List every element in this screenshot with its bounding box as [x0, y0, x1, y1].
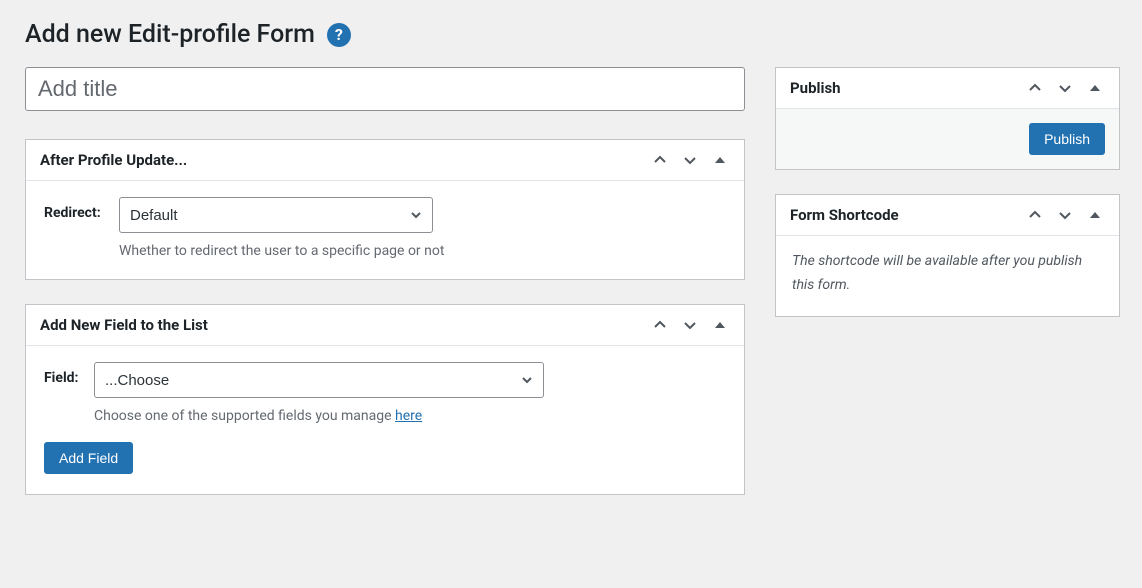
after-profile-update-panel: After Profile Update... Redirect:: [25, 139, 745, 280]
move-up-icon[interactable]: [650, 315, 670, 335]
panel-controls: [650, 315, 730, 335]
move-up-icon[interactable]: [1025, 78, 1045, 98]
field-help-prefix: Choose one of the supported fields you m…: [94, 408, 395, 424]
panel-title: After Profile Update...: [40, 151, 650, 169]
panel-header: Form Shortcode: [776, 195, 1119, 236]
page-header: Add new Edit-profile Form ?: [25, 20, 1117, 49]
field-help-link[interactable]: here: [395, 408, 422, 424]
add-field-button[interactable]: Add Field: [44, 442, 133, 474]
redirect-label: Redirect:: [44, 197, 119, 221]
panel-title: Add New Field to the List: [40, 316, 650, 334]
shortcode-message: The shortcode will be available after yo…: [792, 250, 1103, 298]
add-field-panel: Add New Field to the List Field:: [25, 304, 745, 495]
move-down-icon[interactable]: [1055, 205, 1075, 225]
move-down-icon[interactable]: [1055, 78, 1075, 98]
panel-header: Publish: [776, 68, 1119, 109]
panel-title: Publish: [790, 79, 1025, 97]
field-row: Field: ...Choose Choose one of the suppo…: [44, 362, 726, 424]
move-up-icon[interactable]: [1025, 205, 1045, 225]
field-select[interactable]: ...Choose: [94, 362, 544, 398]
redirect-select[interactable]: Default: [119, 197, 433, 233]
redirect-help-text: Whether to redirect the user to a specif…: [119, 243, 726, 259]
toggle-icon[interactable]: [1085, 205, 1105, 225]
toggle-icon[interactable]: [710, 150, 730, 170]
move-down-icon[interactable]: [680, 150, 700, 170]
redirect-select-wrap: Default: [119, 197, 433, 233]
layout: After Profile Update... Redirect:: [25, 67, 1117, 519]
title-input[interactable]: [25, 67, 745, 111]
panel-body: Redirect: Default Whether to redirect th…: [26, 181, 744, 279]
page-title: Add new Edit-profile Form: [25, 20, 315, 49]
move-down-icon[interactable]: [680, 315, 700, 335]
field-select-wrap: ...Choose: [94, 362, 544, 398]
publish-body: Publish: [776, 109, 1119, 169]
publish-panel: Publish Publish: [775, 67, 1120, 170]
side-column: Publish Publish F: [775, 67, 1120, 519]
panel-body: Field: ...Choose Choose one of the suppo…: [26, 346, 744, 494]
shortcode-panel: Form Shortcode The shortcode will be ava…: [775, 194, 1120, 317]
redirect-control: Default Whether to redirect the user to …: [119, 197, 726, 259]
field-label: Field:: [44, 362, 94, 386]
move-up-icon[interactable]: [650, 150, 670, 170]
field-control: ...Choose Choose one of the supported fi…: [94, 362, 726, 424]
panel-title: Form Shortcode: [790, 206, 1025, 224]
redirect-row: Redirect: Default Whether to redirect th…: [44, 197, 726, 259]
toggle-icon[interactable]: [1085, 78, 1105, 98]
panel-controls: [650, 150, 730, 170]
panel-header: After Profile Update...: [26, 140, 744, 181]
field-help-text: Choose one of the supported fields you m…: [94, 408, 726, 424]
panel-header: Add New Field to the List: [26, 305, 744, 346]
panel-controls: [1025, 78, 1105, 98]
help-icon[interactable]: ?: [327, 23, 351, 47]
main-column: After Profile Update... Redirect:: [25, 67, 745, 519]
shortcode-body: The shortcode will be available after yo…: [776, 236, 1119, 316]
toggle-icon[interactable]: [710, 315, 730, 335]
panel-controls: [1025, 205, 1105, 225]
publish-button[interactable]: Publish: [1029, 123, 1105, 155]
